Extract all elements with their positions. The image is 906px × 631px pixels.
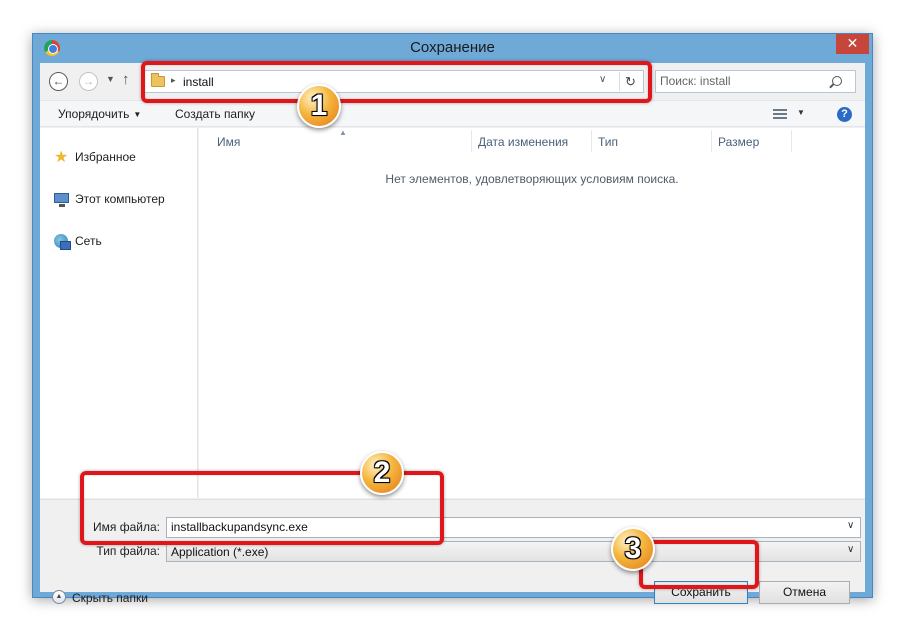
collapse-up-icon: ▲ bbox=[52, 590, 66, 604]
view-options-icon[interactable] bbox=[773, 109, 787, 120]
organize-label: Упорядочить bbox=[58, 107, 130, 121]
column-header-type[interactable]: Тип bbox=[598, 135, 618, 149]
back-button[interactable]: ← bbox=[49, 72, 68, 91]
sidebar-item-label: Избранное bbox=[75, 150, 136, 164]
column-header-size[interactable]: Размер bbox=[718, 135, 759, 149]
help-icon[interactable]: ? bbox=[837, 107, 852, 122]
search-input[interactable] bbox=[660, 74, 820, 88]
toolbar: Упорядочить ▼ Создать папку ▼ ? bbox=[40, 100, 865, 127]
filetype-dropdown-icon[interactable]: ∨ bbox=[847, 544, 854, 555]
column-header-name[interactable]: Имя bbox=[217, 135, 240, 149]
view-options-caret-icon[interactable]: ▼ bbox=[797, 108, 805, 117]
filename-dropdown-icon[interactable]: ∨ bbox=[847, 520, 854, 531]
step-badge-1: 1 bbox=[297, 84, 341, 128]
dialog-title: Сохранение bbox=[410, 39, 495, 56]
hide-folders-label: Скрыть папки bbox=[72, 591, 148, 605]
file-list: ▲ Имя Дата изменения Тип Размер Нет элем… bbox=[199, 128, 865, 498]
sidebar-item-label: Этот компьютер bbox=[75, 192, 165, 206]
column-divider[interactable] bbox=[471, 130, 472, 152]
star-icon: ★ bbox=[54, 149, 69, 166]
column-divider[interactable] bbox=[791, 130, 792, 152]
organize-caret-icon: ▼ bbox=[133, 110, 142, 119]
sort-ascending-icon: ▲ bbox=[339, 128, 347, 137]
sidebar-item-label: Сеть bbox=[75, 234, 102, 248]
cancel-button[interactable]: Отмена bbox=[759, 581, 850, 604]
column-header-date-modified[interactable]: Дата изменения bbox=[478, 135, 568, 149]
highlight-box-address bbox=[141, 61, 652, 103]
navigation-pane: ★ Избранное Этот компьютер Сеть bbox=[40, 128, 198, 498]
network-icon bbox=[54, 234, 71, 250]
step-badge-3: 3 bbox=[611, 527, 655, 571]
step-badge-2: 2 bbox=[360, 451, 404, 495]
close-button[interactable]: ✕ bbox=[836, 34, 869, 54]
filetype-label: Тип файла: bbox=[96, 544, 160, 558]
computer-icon bbox=[54, 193, 69, 207]
new-folder-button[interactable]: Создать папку bbox=[175, 107, 255, 121]
column-divider[interactable] bbox=[591, 130, 592, 152]
forward-button[interactable]: → bbox=[79, 72, 98, 91]
up-folder-button[interactable]: ↑ bbox=[122, 71, 130, 88]
title-bar: Сохранение ✕ bbox=[33, 34, 872, 61]
search-box[interactable] bbox=[655, 70, 856, 93]
highlight-box-save bbox=[639, 540, 759, 589]
filetype-value: Application (*.exe) bbox=[171, 545, 269, 559]
search-icon[interactable] bbox=[832, 76, 842, 86]
empty-results-message: Нет элементов, удовлетворяющих условиям … bbox=[385, 172, 679, 186]
recent-locations-chevron-icon[interactable]: ▼ bbox=[106, 74, 115, 84]
column-divider[interactable] bbox=[711, 130, 712, 152]
organize-menu-button[interactable]: Упорядочить ▼ bbox=[58, 107, 141, 121]
